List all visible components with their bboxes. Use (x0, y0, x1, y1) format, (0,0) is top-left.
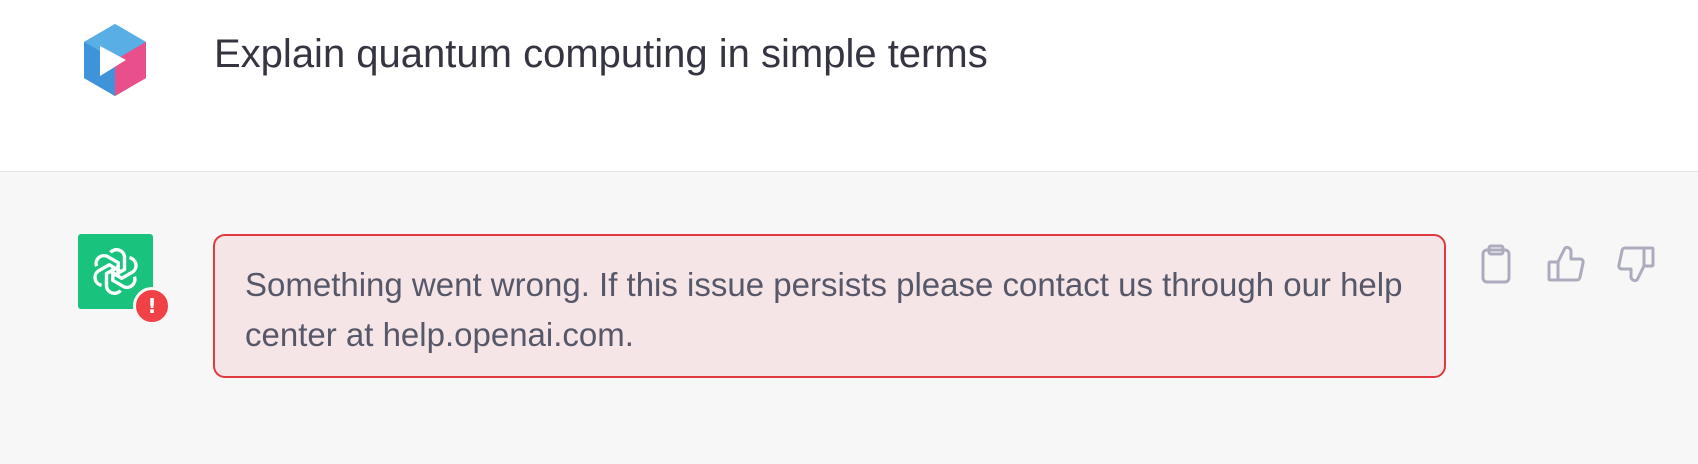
error-message-box: Something went wrong. If this issue pers… (213, 234, 1446, 378)
clipboard-icon (1481, 244, 1511, 284)
thumbs-down-icon (1617, 246, 1655, 283)
message-actions (1476, 242, 1656, 286)
error-badge: ! (133, 287, 171, 325)
user-cube-avatar-icon (80, 22, 150, 98)
thumbs-up-icon (1547, 245, 1585, 282)
user-message-row: Explain quantum computing in simple term… (0, 0, 1698, 172)
assistant-message-row: ! Something went wrong. If this issue pe… (0, 172, 1698, 464)
thumbs-down-button[interactable] (1616, 242, 1656, 286)
user-message-text: Explain quantum computing in simple term… (214, 32, 988, 76)
error-message-text: Something went wrong. If this issue pers… (245, 266, 1403, 353)
thumbs-up-button[interactable] (1546, 242, 1586, 286)
copy-button[interactable] (1476, 242, 1516, 286)
